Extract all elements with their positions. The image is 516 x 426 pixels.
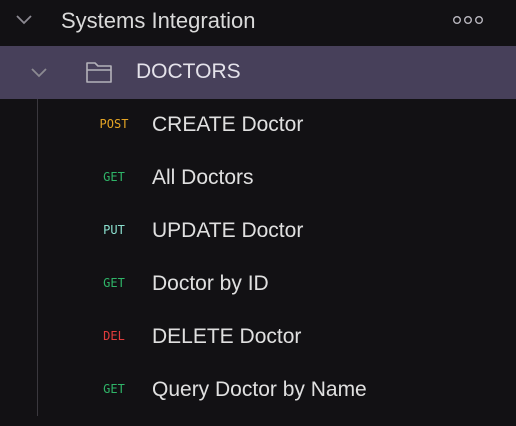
request-name: UPDATE Doctor [152, 219, 304, 242]
request-sidebar: Systems Integration DOCTORS POST CREATE … [0, 0, 516, 426]
chevron-down-icon[interactable] [30, 66, 48, 79]
method-badge: GET [103, 170, 125, 184]
folder-doctors[interactable]: DOCTORS [0, 46, 516, 99]
request-item[interactable]: DEL DELETE Doctor [38, 312, 516, 365]
collection-header[interactable]: Systems Integration [0, 0, 516, 44]
method-badge: POST [99, 117, 129, 131]
folder-icon [86, 62, 112, 83]
request-item[interactable]: GET All Doctors [38, 153, 516, 206]
request-item[interactable]: GET Doctor by ID [38, 259, 516, 312]
request-item[interactable]: GET Query Doctor by Name [38, 365, 516, 418]
request-item[interactable]: POST CREATE Doctor [38, 100, 516, 153]
collection-title: Systems Integration [61, 8, 256, 33]
request-name: All Doctors [152, 166, 254, 189]
request-name: CREATE Doctor [152, 113, 304, 136]
request-name: DELETE Doctor [152, 325, 302, 348]
method-badge: GET [103, 276, 125, 290]
method-badge: GET [103, 382, 125, 396]
chevron-down-icon[interactable] [15, 13, 33, 27]
more-options-icon[interactable] [452, 11, 484, 29]
request-name: Query Doctor by Name [152, 378, 367, 401]
method-badge: DEL [103, 329, 125, 343]
folder-label: DOCTORS [136, 60, 241, 83]
request-name: Doctor by ID [152, 272, 269, 295]
request-item[interactable]: PUT UPDATE Doctor [38, 206, 516, 259]
method-badge: PUT [103, 223, 125, 237]
